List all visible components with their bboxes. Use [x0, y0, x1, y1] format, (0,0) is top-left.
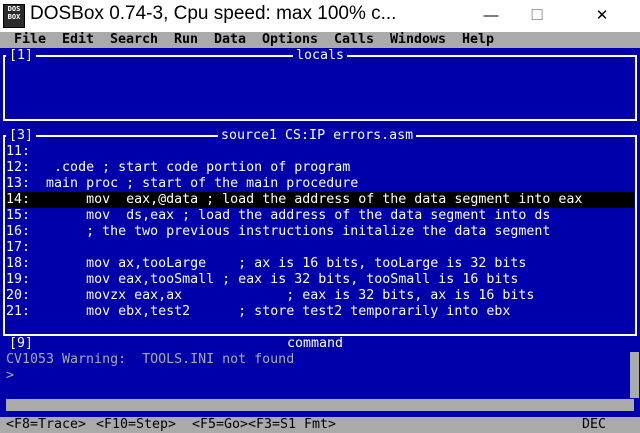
line-number: 17:	[6, 240, 31, 255]
line-code: .code ; start code portion of program	[30, 160, 351, 175]
line-number: 20:	[6, 288, 31, 303]
menu-data[interactable]: Data	[214, 32, 246, 48]
menu-edit[interactable]: Edit	[62, 32, 94, 48]
status-f10-step[interactable]: <F10=Step>	[96, 417, 176, 433]
menu-help[interactable]: Help	[462, 32, 494, 48]
app-icon-text-bottom: BOX	[7, 13, 21, 21]
line-number: 19:	[6, 272, 31, 287]
status-f8-trace[interactable]: <F8=Trace>	[6, 417, 86, 433]
minimize-button[interactable]: —	[468, 0, 514, 32]
source-line[interactable]: 18: mov ax,tooLarge ; ax is 16 bits, too…	[6, 256, 634, 272]
source-line[interactable]: 13: main proc ; start of the main proced…	[6, 176, 634, 192]
source-panel-title: source1 CS:IP errors.asm	[218, 128, 417, 144]
menu-calls[interactable]: Calls	[334, 32, 374, 48]
line-number: 13:	[6, 176, 31, 191]
line-number: 15:	[6, 208, 31, 223]
menu-options[interactable]: Options	[262, 32, 318, 48]
source-line[interactable]: 17:	[6, 240, 634, 256]
window-title: DOSBox 0.74-3, Cpu speed: max 100% c...	[30, 3, 397, 24]
menu-run[interactable]: Run	[174, 32, 198, 48]
maximize-button[interactable]: ☐	[514, 0, 560, 32]
line-code: mov ebx,test2 ; store test2 temporarily …	[30, 304, 511, 319]
line-code: mov eax,tooSmall ; eax is 32 bits, tooSm…	[30, 272, 519, 287]
locals-panel-number[interactable]: [1]	[6, 48, 37, 64]
line-number: 18:	[6, 256, 31, 271]
app-icon-text-top: DOS	[7, 5, 21, 13]
line-number: 12:	[6, 160, 31, 175]
source-line[interactable]: 20: movzx eax,ax ; eax is 32 bits, ax is…	[6, 288, 634, 304]
source-line[interactable]: 12: .code ; start code portion of progra…	[6, 160, 634, 176]
menu-file[interactable]: File	[14, 32, 46, 48]
source-line[interactable]: 15: mov ds,eax ; load the address of the…	[6, 208, 634, 224]
window-titlebar: DOS BOX DOSBox 0.74-3, Cpu speed: max 10…	[0, 0, 640, 32]
status-bar: <F8=Trace> <F10=Step> <F5=Go> <F3=S1 Fmt…	[0, 417, 640, 433]
locals-panel[interactable]	[3, 55, 637, 121]
menu-windows[interactable]: Windows	[390, 32, 446, 48]
command-prompt[interactable]: >	[6, 368, 14, 384]
command-panel-title: command	[284, 336, 347, 352]
menu-search[interactable]: Search	[110, 32, 158, 48]
source-panel-header: [3] source1 CS:IP errors.asm	[0, 128, 640, 144]
command-horizontal-scrollbar[interactable]	[6, 399, 634, 411]
line-code: mov ds,eax ; load the address of the dat…	[30, 208, 551, 223]
line-number: 21:	[6, 304, 31, 319]
line-number: 16:	[6, 224, 31, 239]
close-button[interactable]: ✕	[579, 0, 625, 32]
line-code: main proc ; start of the main procedure	[30, 176, 359, 191]
line-number: 14:	[6, 192, 31, 207]
source-line[interactable]: 16: ; the two previous instructions init…	[6, 224, 634, 240]
command-output-line: CV1053 Warning: TOOLS.INI not found	[6, 352, 295, 367]
source-line[interactable]: 21: mov ebx,test2 ; store test2 temporar…	[6, 304, 634, 320]
source-line[interactable]: 19: mov eax,tooSmall ; eax is 32 bits, t…	[6, 272, 634, 288]
line-number: 11:	[6, 144, 31, 159]
command-panel-header: [9] command	[0, 336, 640, 352]
codeview-menubar: File Edit Search Run Data Options Calls …	[0, 32, 640, 48]
locals-panel-title: locals	[293, 48, 348, 64]
source-panel-number[interactable]: [3]	[6, 128, 37, 144]
dosbox-screen: File Edit Search Run Data Options Calls …	[0, 32, 640, 433]
dosbox-app-icon[interactable]: DOS BOX	[3, 4, 25, 28]
command-vertical-scrollbar[interactable]	[630, 352, 639, 398]
line-code: ; the two previous instructions initaliz…	[30, 224, 551, 239]
locals-panel-header: [1] locals	[0, 48, 640, 64]
status-f5-go[interactable]: <F5=Go>	[192, 417, 248, 433]
command-panel-number[interactable]: [9]	[6, 336, 37, 352]
line-code: mov ax,tooLarge ; ax is 16 bits, tooLarg…	[30, 256, 527, 271]
source-line[interactable]: 11:	[6, 144, 634, 160]
status-f3-source-format[interactable]: <F3=S1 Fmt>	[248, 417, 336, 433]
line-code: movzx eax,ax ; eax is 32 bits, ax is 16 …	[30, 288, 535, 303]
line-code: mov eax,@data ; load the address of the …	[30, 192, 583, 207]
status-number-mode: DEC	[581, 417, 606, 432]
current-source-line[interactable]: 14: mov eax,@data ; load the address of …	[6, 192, 634, 208]
